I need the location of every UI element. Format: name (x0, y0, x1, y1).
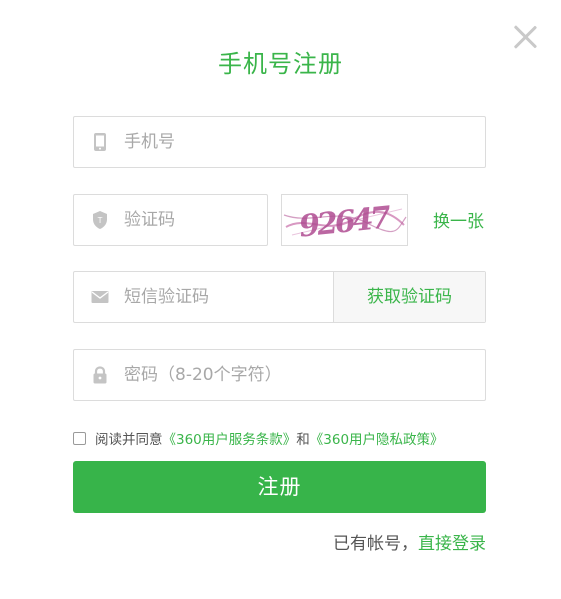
svg-text:T: T (97, 216, 103, 225)
direct-login-link[interactable]: 直接登录 (418, 534, 486, 554)
sms-code-field[interactable]: 获取验证码 (73, 271, 486, 323)
phone-input[interactable] (124, 117, 475, 167)
agreement-row: 阅读并同意 《360用户服务条款》 和 《360用户隐私政策》 (73, 428, 444, 448)
phone-field[interactable] (73, 116, 486, 168)
captcha-field[interactable]: T (73, 194, 268, 246)
agreement-checkbox[interactable] (73, 431, 86, 445)
password-input[interactable] (124, 350, 475, 400)
password-field[interactable] (73, 349, 486, 401)
envelope-icon (90, 287, 110, 307)
refresh-captcha-link[interactable]: 换一张 (433, 207, 484, 232)
get-sms-code-button[interactable]: 获取验证码 (333, 272, 485, 322)
captcha-text: 92647 (297, 200, 393, 244)
shield-icon: T (90, 210, 110, 230)
captcha-image[interactable]: 92647 (281, 194, 408, 246)
agreement-prefix: 阅读并同意 (95, 432, 163, 448)
register-button[interactable]: 注册 (73, 461, 486, 513)
captcha-input[interactable] (124, 195, 257, 245)
privacy-link[interactable]: 《360用户隐私政策》 (310, 428, 444, 448)
mobile-phone-icon (90, 132, 110, 152)
lock-icon (90, 365, 110, 385)
terms-link[interactable]: 《360用户服务条款》 (163, 428, 297, 448)
agreement-conjunction: 和 (296, 432, 310, 448)
register-dialog: 手机号注册 T 92647 换一张 (0, 0, 561, 599)
login-prompt-text: 已有帐号， (333, 534, 418, 554)
login-prompt-row: 已有帐号，直接登录 (333, 529, 486, 554)
dialog-title: 手机号注册 (218, 50, 343, 78)
sms-code-input[interactable] (124, 272, 324, 322)
